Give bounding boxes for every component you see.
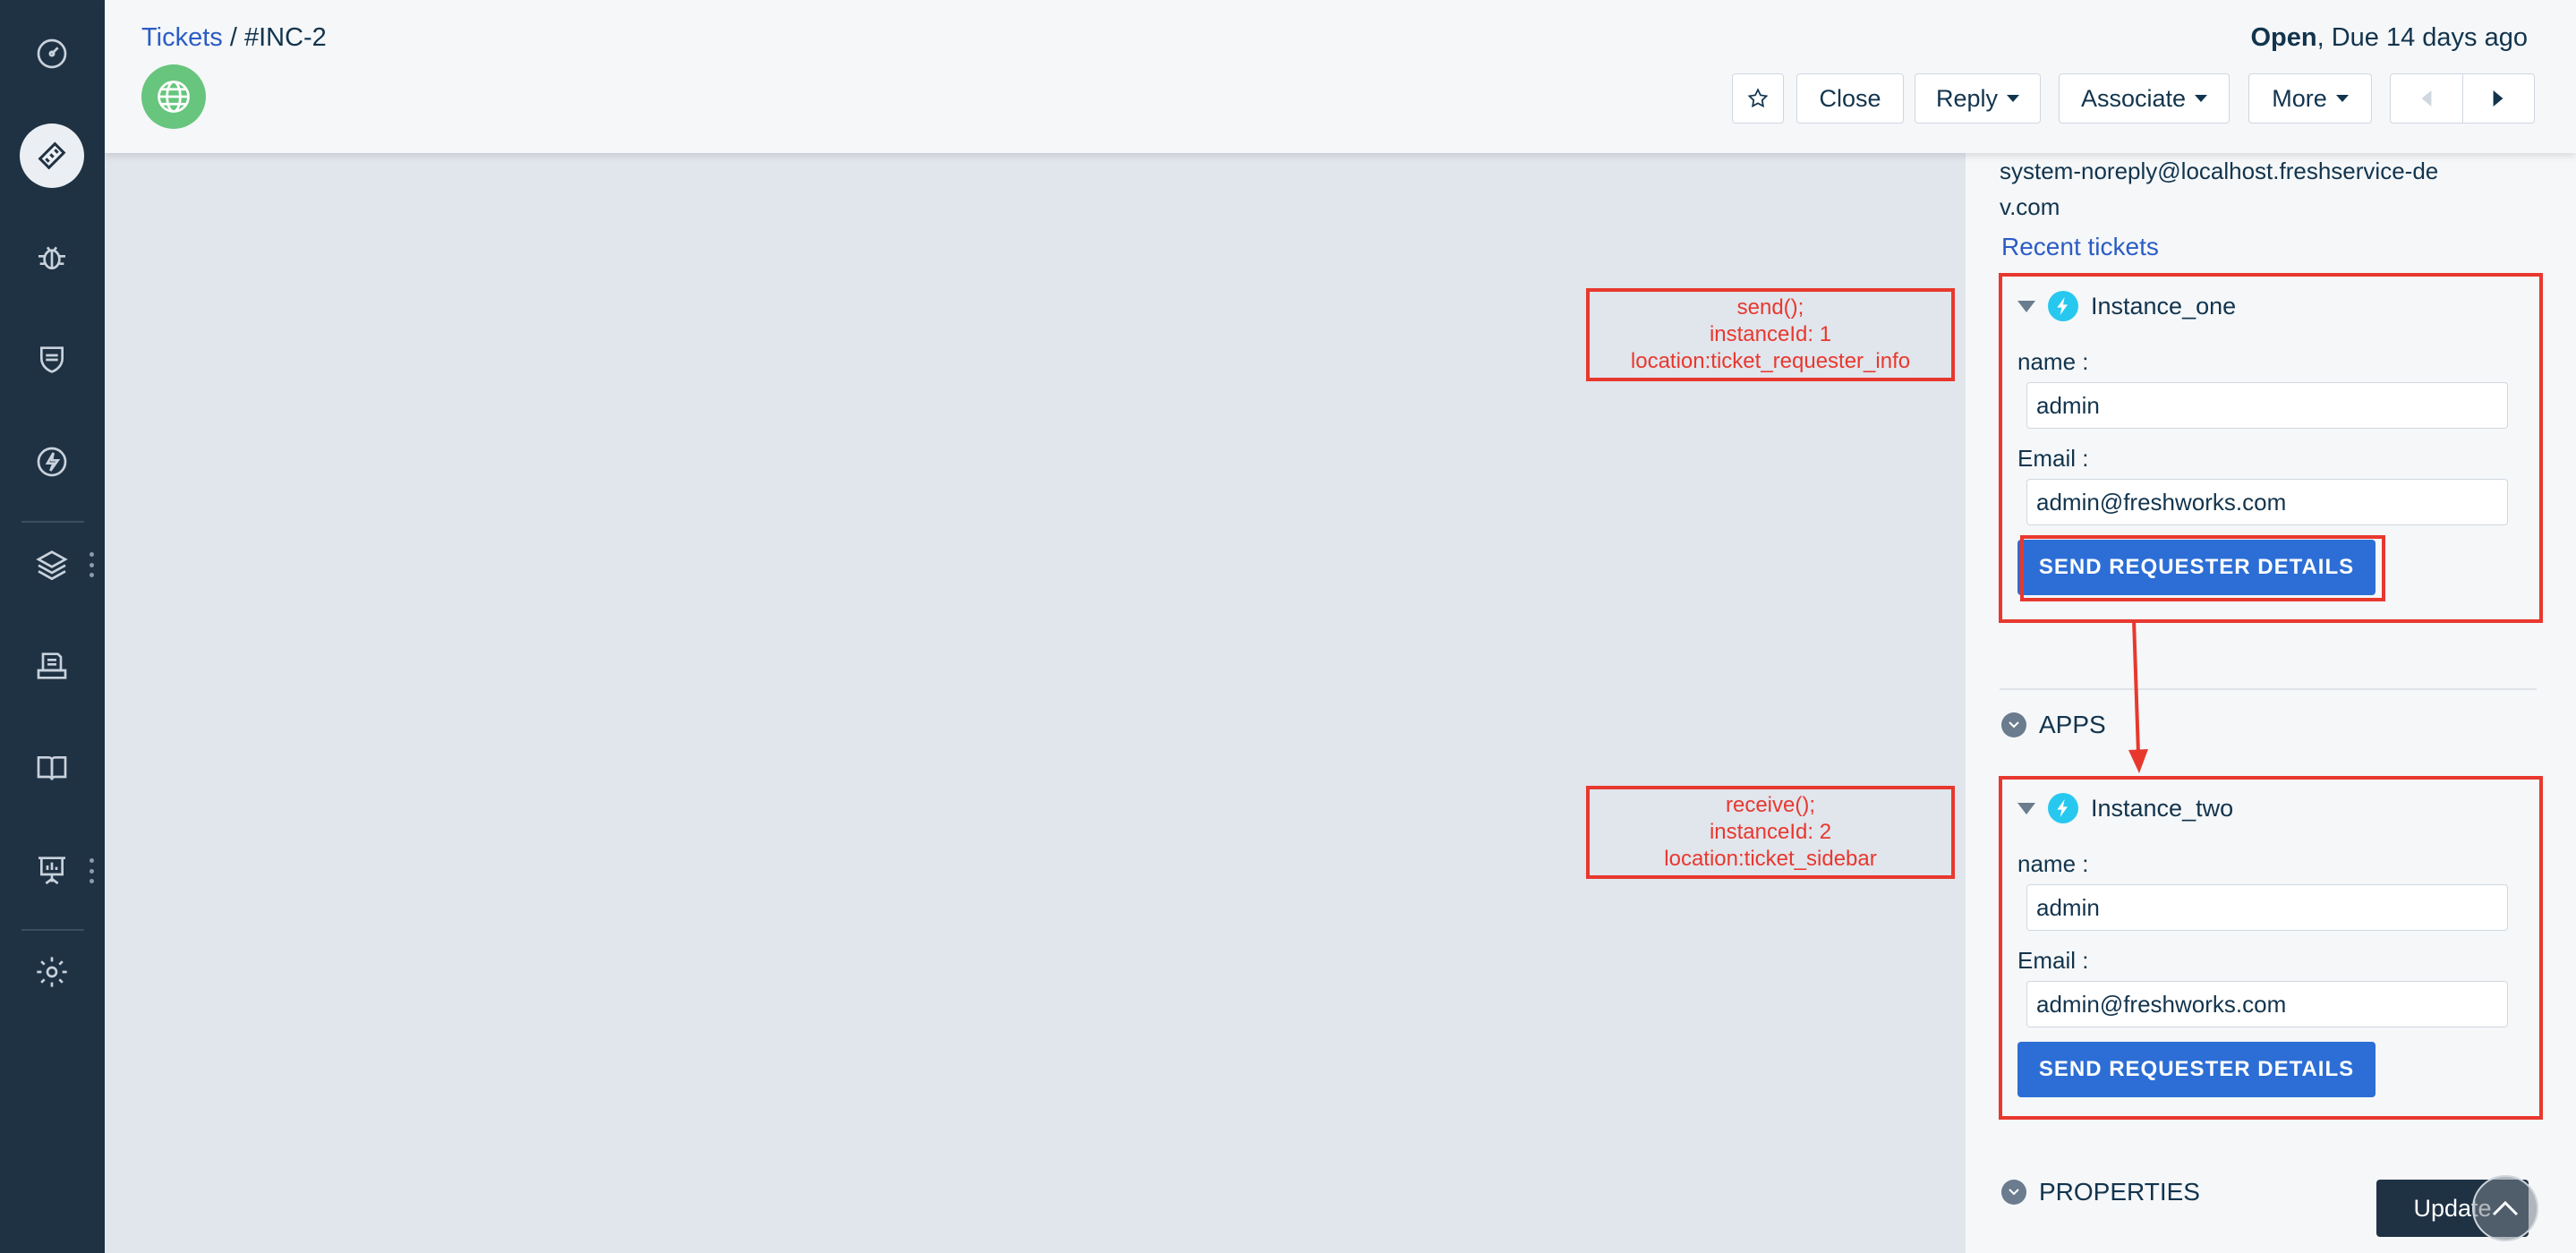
gear-icon: [37, 957, 67, 987]
bug-icon: [38, 246, 65, 269]
nav-tickets[interactable]: [20, 124, 84, 188]
close-button-label: Close: [1819, 84, 1881, 112]
receive-annotation: receive(); instanceId: 2 location:ticket…: [1586, 786, 1955, 879]
star-icon: [1747, 88, 1769, 108]
email-input[interactable]: [2026, 981, 2508, 1027]
annotation-line: instanceId: 1: [1709, 322, 1832, 346]
instance-two-header[interactable]: Instance_two: [2017, 793, 2233, 823]
ticket-icon: [38, 141, 66, 170]
recent-tickets-link[interactable]: Recent tickets: [2001, 233, 2159, 261]
previous-ticket-button[interactable]: [2391, 74, 2463, 123]
email-input[interactable]: [2026, 479, 2508, 525]
ticket-pager: [2390, 73, 2535, 124]
left-nav-sidebar: [0, 0, 105, 1253]
associate-button-label: Associate: [2080, 84, 2187, 112]
annotation-line: instanceId: 2: [1709, 820, 1832, 844]
scroll-to-top-button[interactable]: [2472, 1175, 2538, 1241]
email-label: Email :: [2017, 445, 2089, 472]
requester-email-line: v.com: [2000, 193, 2060, 220]
name-input[interactable]: [2026, 884, 2508, 931]
instance-two-title: Instance_two: [2091, 794, 2234, 822]
nav-contracts[interactable]: [20, 634, 84, 698]
nav-analytics[interactable]: [20, 838, 84, 902]
annotation-line: location:ticket_requester_info: [1630, 349, 1911, 373]
apps-section-title: APPS: [2039, 711, 2106, 738]
annotation-arrow: [2128, 619, 2148, 773]
nav-admin[interactable]: [20, 940, 84, 1004]
requester-email: system-noreply@localhost.freshservice-de…: [2000, 153, 2519, 225]
requester-email-line: system-noreply@localhost.freshservice-de: [2000, 158, 2439, 184]
book-icon: [37, 756, 67, 780]
layers-icon: [36, 550, 68, 581]
collapse-triangle-icon: [2017, 802, 2035, 814]
instance-two-app: Instance_two name : Email : SEND REQUEST…: [2000, 777, 2537, 1126]
annotation-line: receive();: [1725, 793, 1816, 817]
more-dropdown-button[interactable]: More: [2248, 73, 2372, 124]
breadcrumb-tickets-link[interactable]: Tickets: [141, 23, 223, 52]
instance-one-title: Instance_one: [2091, 292, 2237, 320]
nav-assets-more-icon[interactable]: [88, 552, 95, 577]
properties-section-header[interactable]: PROPERTIES: [2001, 1178, 2200, 1206]
associate-dropdown-button[interactable]: Associate: [2059, 73, 2230, 124]
annotation-line: location:ticket_sidebar: [1664, 847, 1877, 871]
nav-divider: [21, 521, 84, 523]
name-label: name :: [2017, 348, 2089, 375]
caret-down-icon: [2335, 95, 2349, 102]
send-requester-details-button[interactable]: SEND REQUESTER DETAILS: [2017, 1042, 2376, 1097]
nav-analytics-more-icon[interactable]: [88, 858, 95, 883]
apps-section-header[interactable]: APPS: [2001, 711, 2106, 739]
chevron-down-icon: [2001, 712, 2026, 737]
send-annotation: send(); instanceId: 1 location:ticket_re…: [1586, 288, 1955, 381]
ticket-sidebar-panel: system-noreply@localhost.freshservice-de…: [1966, 153, 2576, 1253]
nav-dashboard[interactable]: [20, 21, 84, 86]
inbox-icon: [37, 652, 67, 679]
send-requester-details-button[interactable]: SEND REQUESTER DETAILS: [2017, 540, 2376, 595]
due-label: , Due 14 days ago: [2316, 23, 2528, 52]
instance-one-header[interactable]: Instance_one: [2017, 291, 2236, 321]
chevron-left-icon: [2421, 90, 2432, 107]
properties-section-title: PROPERTIES: [2039, 1178, 2200, 1206]
status-label: Open: [2250, 23, 2317, 52]
nav-problems[interactable]: [20, 226, 84, 290]
annotation-line: send();: [1736, 295, 1804, 320]
collapse-triangle-icon: [2017, 300, 2035, 312]
ticket-header: Tickets / #INC-2 Open, Due 14 days ago C…: [105, 0, 2576, 153]
reply-button-label: Reply: [1935, 84, 1999, 112]
shield-icon: [40, 346, 64, 373]
presentation-icon: [38, 857, 65, 885]
bolt-icon: [37, 447, 67, 477]
email-label: Email :: [2017, 947, 2089, 974]
reply-dropdown-button[interactable]: Reply: [1915, 73, 2041, 124]
name-label: name :: [2017, 850, 2089, 877]
chevron-right-icon: [2493, 90, 2503, 107]
nav-changes[interactable]: [20, 328, 84, 392]
name-input[interactable]: [2026, 382, 2508, 429]
nav-solutions[interactable]: [20, 736, 84, 800]
chevron-up-icon: [2492, 1200, 2519, 1216]
nav-divider: [21, 929, 84, 931]
nav-assets[interactable]: [20, 532, 84, 596]
star-button[interactable]: [1732, 73, 1784, 124]
caret-down-icon: [2007, 95, 2020, 102]
ticket-status: Open, Due 14 days ago: [2250, 23, 2528, 53]
section-divider: [2000, 688, 2537, 690]
app-bolt-icon: [2048, 793, 2078, 823]
app-bolt-icon: [2048, 291, 2078, 321]
chevron-down-icon: [2001, 1180, 2026, 1205]
breadcrumb: Tickets / #INC-2: [141, 23, 327, 53]
ticket-id: #INC-2: [243, 23, 327, 52]
gauge-icon: [37, 38, 67, 69]
caret-down-icon: [2195, 95, 2208, 102]
nav-releases[interactable]: [20, 430, 84, 494]
next-ticket-button[interactable]: [2463, 74, 2535, 123]
instance-one-app: Instance_one name : Email : SEND REQUEST…: [2000, 275, 2537, 624]
close-button[interactable]: Close: [1796, 73, 1904, 124]
more-button-label: More: [2272, 84, 2327, 112]
breadcrumb-separator: /: [222, 23, 244, 52]
globe-icon: [141, 64, 206, 129]
